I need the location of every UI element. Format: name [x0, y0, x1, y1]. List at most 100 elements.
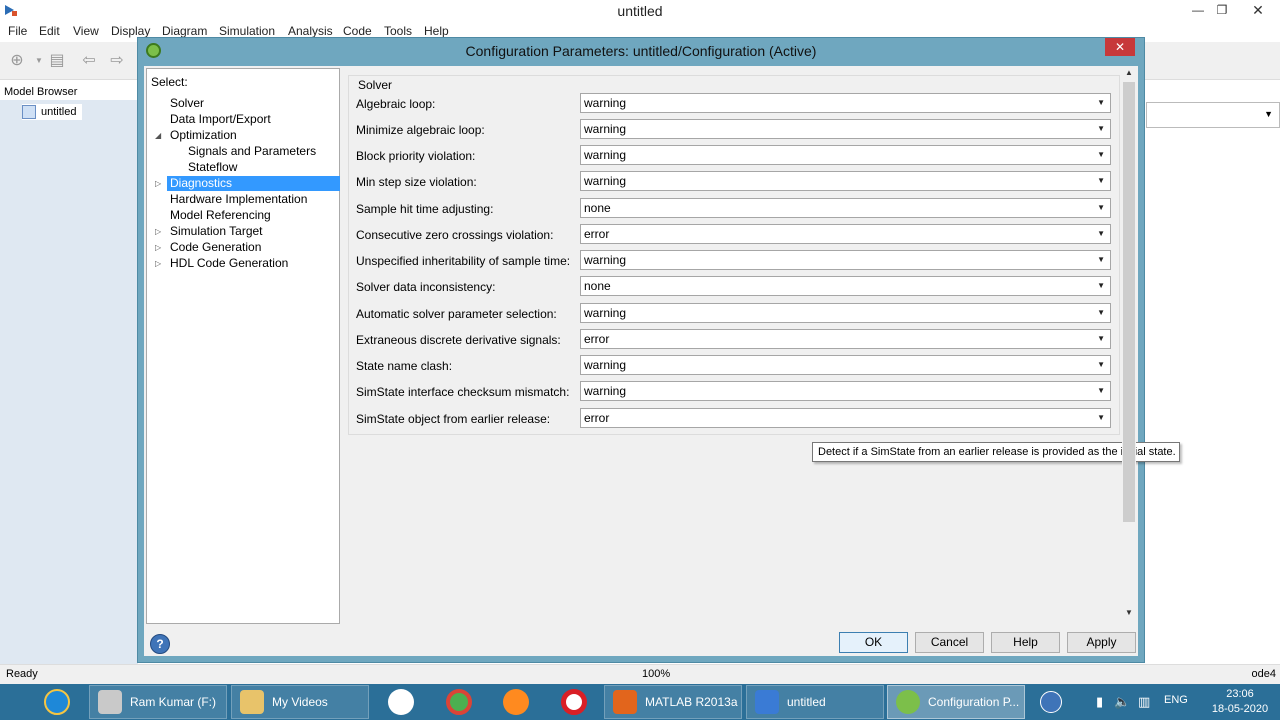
- tree-item-code-generation[interactable]: Code Generation: [167, 240, 264, 255]
- chevron-down-icon: ▼: [1264, 109, 1273, 119]
- param-combo-simstate-earlier-release[interactable]: error ▼: [580, 408, 1111, 428]
- chevron-down-icon: ▼: [1097, 176, 1105, 185]
- menu-help[interactable]: Help: [424, 24, 449, 38]
- menu-file[interactable]: File: [8, 24, 27, 38]
- maximize-button[interactable]: ❐: [1210, 0, 1234, 20]
- chrome-icon[interactable]: [446, 689, 472, 715]
- battery-icon[interactable]: ▮: [1096, 694, 1103, 710]
- tree-collapsed-arrow-icon[interactable]: ▷: [155, 256, 161, 271]
- volume-icon[interactable]: 🔈: [1114, 694, 1130, 710]
- close-window-button[interactable]: ✕: [1236, 0, 1280, 20]
- tree-collapsed-arrow-icon[interactable]: ▷: [155, 240, 161, 255]
- tree-item-diagnostics[interactable]: Diagnostics: [167, 176, 340, 191]
- ie-icon[interactable]: [44, 689, 70, 715]
- param-combo-minimize-algebraic-loop[interactable]: warning ▼: [580, 119, 1111, 139]
- tree-item-data-import-export[interactable]: Data Import/Export: [167, 112, 274, 127]
- tree-collapsed-arrow-icon[interactable]: ▷: [155, 224, 161, 239]
- tree-item-solver[interactable]: Solver: [167, 96, 207, 111]
- save-icon[interactable]: ▤: [48, 52, 66, 70]
- model-browser-panel: untitled: [0, 100, 138, 664]
- menu-simulation[interactable]: Simulation: [219, 24, 275, 38]
- combo-value: error: [584, 332, 610, 346]
- new-dropdown-icon[interactable]: ▼: [30, 52, 48, 70]
- taskbar-item-untitled[interactable]: untitled: [746, 685, 884, 719]
- param-combo-consecutive-zero-crossings[interactable]: error ▼: [580, 224, 1111, 244]
- menu-display[interactable]: Display: [111, 24, 150, 38]
- param-combo-automatic-solver-parameter[interactable]: warning ▼: [580, 303, 1111, 323]
- taskbar-item-drive[interactable]: Ram Kumar (F:): [89, 685, 227, 719]
- taskbar-item-configuration[interactable]: Configuration P...: [887, 685, 1025, 719]
- taskbar-item-label: My Videos: [272, 695, 328, 709]
- tree-item-hardware-implementation[interactable]: Hardware Implementation: [167, 192, 310, 207]
- param-combo-block-priority-violation[interactable]: warning ▼: [580, 145, 1111, 165]
- tree-item-stateflow[interactable]: Stateflow: [185, 160, 240, 175]
- model-browser-item[interactable]: untitled: [22, 104, 83, 120]
- tree-item-hdl-code-generation[interactable]: HDL Code Generation: [167, 256, 291, 271]
- menu-view[interactable]: View: [73, 24, 99, 38]
- param-combo-simstate-checksum-mismatch[interactable]: warning ▼: [580, 381, 1111, 401]
- help-button[interactable]: Help: [991, 632, 1060, 653]
- param-combo-min-step-size-violation[interactable]: warning ▼: [580, 171, 1111, 191]
- language-indicator[interactable]: ENG: [1164, 694, 1188, 706]
- combo-value: warning: [584, 306, 627, 320]
- clock-time: 23:06: [1226, 688, 1254, 700]
- vertical-scrollbar[interactable]: ▲ ▼: [1122, 66, 1136, 624]
- tree-collapsed-arrow-icon[interactable]: ▷: [155, 176, 161, 191]
- menu-edit[interactable]: Edit: [39, 24, 60, 38]
- taskbar-item-label: untitled: [787, 695, 826, 709]
- minimize-button[interactable]: —: [1186, 0, 1210, 20]
- dialog-close-button[interactable]: ✕: [1105, 38, 1135, 56]
- taskbar-item-my-videos[interactable]: My Videos: [231, 685, 369, 719]
- background-combo[interactable]: ▼: [1146, 102, 1280, 128]
- menu-code[interactable]: Code: [343, 24, 372, 38]
- tree-item-optimization[interactable]: Optimization: [167, 128, 240, 143]
- model-browser-label: Model Browser: [4, 86, 78, 98]
- combo-value: warning: [584, 122, 627, 136]
- network-icon[interactable]: ▥: [1138, 694, 1150, 710]
- back-arrow-icon[interactable]: ⇦: [80, 52, 98, 70]
- param-combo-sample-hit-time-adjusting[interactable]: none ▼: [580, 198, 1111, 218]
- forward-arrow-icon[interactable]: ⇨: [108, 52, 126, 70]
- param-combo-state-name-clash[interactable]: warning ▼: [580, 355, 1111, 375]
- param-combo-solver-data-inconsistency[interactable]: none ▼: [580, 276, 1111, 296]
- clock[interactable]: 23:06 18-05-2020: [1208, 687, 1272, 717]
- menu-analysis[interactable]: Analysis: [288, 24, 333, 38]
- opera-icon[interactable]: [561, 689, 587, 715]
- param-label-algebraic-loop: Algebraic loop:: [356, 97, 436, 111]
- dialog-client-area: Select: Solver Data Import/Export ◢ Opti…: [144, 66, 1180, 656]
- apply-button[interactable]: Apply: [1067, 632, 1136, 653]
- param-label-unspecified-inheritability: Unspecified inheritability of sample tim…: [356, 254, 571, 268]
- main-titlebar: untitled — ❐ ✕: [0, 0, 1280, 22]
- firefox-icon[interactable]: [503, 689, 529, 715]
- menu-diagram[interactable]: Diagram: [162, 24, 207, 38]
- ok-button[interactable]: OK: [839, 632, 908, 653]
- combo-value: warning: [584, 148, 627, 162]
- select-label: Select:: [151, 75, 188, 89]
- param-label-consecutive-zero-crossings: Consecutive zero crossings violation:: [356, 228, 554, 242]
- help-tray-icon[interactable]: [1040, 691, 1062, 713]
- help-icon[interactable]: ?: [150, 634, 170, 654]
- hp-icon[interactable]: [388, 689, 414, 715]
- chevron-down-icon: ▼: [1097, 281, 1105, 290]
- tree-expanded-arrow-icon[interactable]: ◢: [155, 128, 161, 143]
- chevron-down-icon: ▼: [1097, 386, 1105, 395]
- param-combo-unspecified-inheritability[interactable]: warning ▼: [580, 250, 1111, 270]
- param-combo-algebraic-loop[interactable]: warning ▼: [580, 93, 1111, 113]
- param-label-extraneous-discrete-derivative: Extraneous discrete derivative signals:: [356, 333, 561, 347]
- param-combo-extraneous-discrete-derivative[interactable]: error ▼: [580, 329, 1111, 349]
- scroll-up-arrow-icon[interactable]: ▲: [1122, 68, 1136, 80]
- tree-item-signals-and-parameters[interactable]: Signals and Parameters: [185, 144, 319, 159]
- folder-video-icon: [240, 690, 264, 714]
- scroll-thumb[interactable]: [1123, 82, 1135, 522]
- tree-item-model-referencing[interactable]: Model Referencing: [167, 208, 274, 223]
- drive-icon: [98, 690, 122, 714]
- chevron-down-icon: ▼: [1097, 203, 1105, 212]
- cancel-button[interactable]: Cancel: [915, 632, 984, 653]
- scroll-down-arrow-icon[interactable]: ▼: [1122, 608, 1136, 620]
- new-model-icon[interactable]: ⊕: [8, 52, 26, 70]
- tree-item-simulation-target[interactable]: Simulation Target: [167, 224, 266, 239]
- taskbar-item-matlab[interactable]: MATLAB R2013a: [604, 685, 742, 719]
- model-browser-item-label: untitled: [41, 106, 77, 118]
- chevron-down-icon: ▼: [1097, 150, 1105, 159]
- menu-tools[interactable]: Tools: [384, 24, 412, 38]
